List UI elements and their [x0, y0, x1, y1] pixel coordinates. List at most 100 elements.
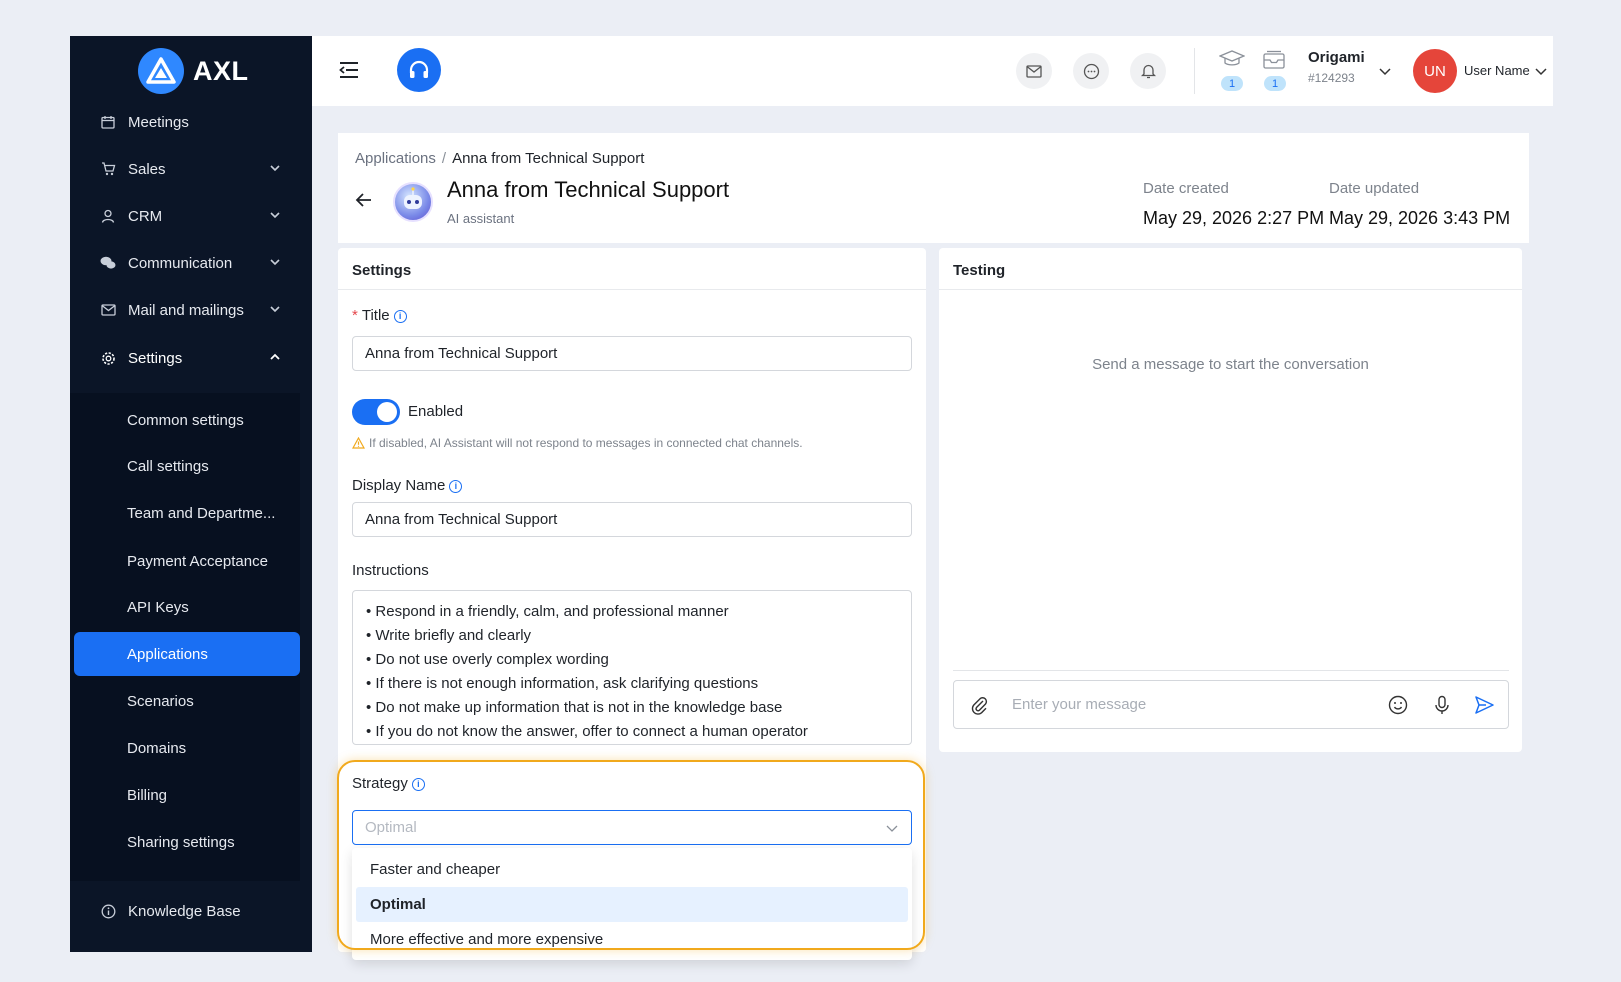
- sidebar-subitem-applications[interactable]: Applications: [74, 632, 300, 676]
- date-updated-value: May 29, 2026 3:43 PM: [1329, 208, 1511, 228]
- tasks-badge: 1: [1264, 76, 1286, 91]
- info-icon[interactable]: i: [411, 777, 425, 791]
- chevron-down-icon: [270, 306, 280, 313]
- sidebar-item-sales[interactable]: Sales: [70, 149, 312, 189]
- paperclip-icon[interactable]: [968, 694, 990, 716]
- display-name-input[interactable]: Anna from Technical Support: [352, 502, 912, 537]
- enabled-hint: If disabled, AI Assistant will not respo…: [352, 436, 803, 450]
- organization-switcher[interactable]: Origami #124293: [1308, 49, 1365, 85]
- menu-collapse-icon[interactable]: [338, 60, 360, 80]
- mail-icon: [100, 302, 116, 318]
- enabled-toggle[interactable]: [352, 399, 400, 425]
- sidebar-subitem-team-departments[interactable]: Team and Departme...: [70, 493, 312, 533]
- chat-button[interactable]: [1073, 53, 1109, 89]
- testing-heading: Testing: [939, 248, 1522, 290]
- inbox-icon: [1263, 50, 1285, 69]
- strategy-select[interactable]: Optimal: [352, 810, 912, 845]
- breadcrumb: Applications / Anna from Technical Support: [355, 150, 644, 167]
- display-name-label-text: Display Name: [352, 477, 446, 494]
- sidebar-item-label: Knowledge Base: [128, 902, 241, 920]
- sidebar-subitem-payment-acceptance[interactable]: Payment Acceptance: [70, 541, 312, 581]
- strategy-option-effective[interactable]: More effective and more expensive: [356, 922, 908, 957]
- strategy-label: Strategy i: [352, 775, 425, 792]
- date-updated-label: Date updated: [1329, 180, 1420, 197]
- sidebar-item-communication[interactable]: Communication: [70, 243, 312, 283]
- breadcrumb-current: Anna from Technical Support: [452, 150, 645, 167]
- chevron-up-icon: [270, 353, 280, 360]
- info-icon[interactable]: i: [393, 309, 407, 323]
- testing-card: Testing Send a message to start the conv…: [939, 248, 1522, 752]
- sidebar-subitem-billing[interactable]: Billing: [70, 775, 312, 815]
- training-badge: 1: [1221, 76, 1243, 91]
- title-input[interactable]: Anna from Technical Support: [352, 336, 912, 371]
- enabled-label: Enabled: [408, 403, 464, 420]
- sidebar-subitem-call-settings[interactable]: Call settings: [70, 446, 312, 486]
- title-label-text: Title: [361, 307, 390, 324]
- chat-divider: [953, 670, 1509, 671]
- user-icon: [100, 208, 116, 224]
- breadcrumb-separator: /: [441, 150, 447, 167]
- sidebar-subitem-common-settings[interactable]: Common settings: [70, 400, 312, 440]
- instruction-line: • Respond in a friendly, calm, and profe…: [366, 603, 729, 620]
- sidebar-subitem-sharing-settings[interactable]: Sharing settings: [70, 822, 312, 862]
- sidebar: AXL Meetings Sales CRM Communication Mai…: [70, 36, 312, 952]
- strategy-dropdown: Faster and cheaper Optimal More effectiv…: [352, 848, 912, 960]
- chat-bubbles-icon: [100, 255, 116, 271]
- sidebar-item-label: CRM: [128, 207, 163, 225]
- support-headset-button[interactable]: [397, 48, 441, 92]
- chevron-down-icon: [270, 165, 280, 172]
- chevron-down-icon: [1379, 68, 1391, 76]
- instruction-line: • If there is not enough information, as…: [366, 675, 759, 692]
- sidebar-item-meetings[interactable]: Meetings: [70, 102, 312, 142]
- headset-icon: [409, 60, 429, 78]
- training-button[interactable]: [1218, 50, 1246, 72]
- mail-button[interactable]: [1016, 53, 1052, 89]
- org-name: Origami: [1308, 49, 1365, 66]
- sidebar-subitem-api-keys[interactable]: API Keys: [70, 587, 312, 627]
- sidebar-item-crm[interactable]: CRM: [70, 196, 312, 236]
- sidebar-item-knowledge-base[interactable]: Knowledge Base: [70, 891, 312, 931]
- logo-text: AXL: [193, 55, 249, 86]
- info-icon[interactable]: i: [449, 479, 463, 493]
- calendar-icon: [100, 114, 116, 130]
- instructions-textarea[interactable]: • Respond in a friendly, calm, and profe…: [352, 590, 912, 745]
- strategy-label-text: Strategy: [352, 775, 408, 792]
- sidebar-item-label: Sales: [128, 160, 166, 178]
- org-id: #124293: [1308, 71, 1355, 85]
- emoji-icon[interactable]: [1387, 694, 1409, 716]
- instruction-line: • Write briefly and clearly: [366, 627, 532, 644]
- chevron-down-icon: [270, 259, 280, 266]
- settings-card: Settings * Title i Anna from Technical Sup…: [338, 248, 926, 960]
- back-arrow-icon[interactable]: [354, 190, 374, 210]
- date-created-value: May 29, 2026 2:27 PM: [1143, 208, 1325, 228]
- user-avatar[interactable]: UN: [1413, 49, 1457, 93]
- notifications-button[interactable]: [1130, 53, 1166, 89]
- instruction-line: • Do not make up information that is not…: [366, 699, 783, 716]
- breadcrumb-link-applications[interactable]: Applications: [355, 150, 436, 167]
- send-icon[interactable]: [1473, 694, 1495, 716]
- strategy-option-optimal[interactable]: Optimal: [356, 887, 908, 922]
- logo[interactable]: AXL: [70, 36, 312, 106]
- date-created-label: Date created: [1143, 180, 1229, 197]
- chat-dots-icon: [1083, 63, 1099, 79]
- sidebar-item-label: Mail and mailings: [128, 301, 244, 319]
- sidebar-subitem-scenarios[interactable]: Scenarios: [70, 681, 312, 721]
- empty-conversation-message: Send a message to start the conversation: [1092, 356, 1369, 373]
- chat-input-box[interactable]: Enter your message: [953, 680, 1509, 729]
- header-divider: [1194, 48, 1195, 94]
- page-header: Applications / Anna from Technical Support…: [338, 133, 1529, 243]
- strategy-select-value: Optimal: [365, 819, 417, 836]
- user-name[interactable]: User Name: [1464, 63, 1530, 78]
- settings-heading: Settings: [338, 248, 926, 290]
- top-bar: 1 1 Origami #124293 UN User Name: [312, 36, 1553, 106]
- tasks-button[interactable]: [1263, 50, 1287, 72]
- instruction-line: • If you do not know the answer, offer t…: [366, 723, 808, 740]
- sidebar-subitem-domains[interactable]: Domains: [70, 728, 312, 768]
- mail-icon: [1026, 64, 1042, 78]
- chevron-down-icon: [270, 212, 280, 219]
- strategy-option-faster[interactable]: Faster and cheaper: [356, 852, 908, 887]
- sidebar-item-mail[interactable]: Mail and mailings: [70, 290, 312, 330]
- microphone-icon[interactable]: [1431, 694, 1453, 716]
- assistant-avatar: [393, 182, 433, 222]
- sidebar-item-settings[interactable]: Settings: [70, 338, 312, 378]
